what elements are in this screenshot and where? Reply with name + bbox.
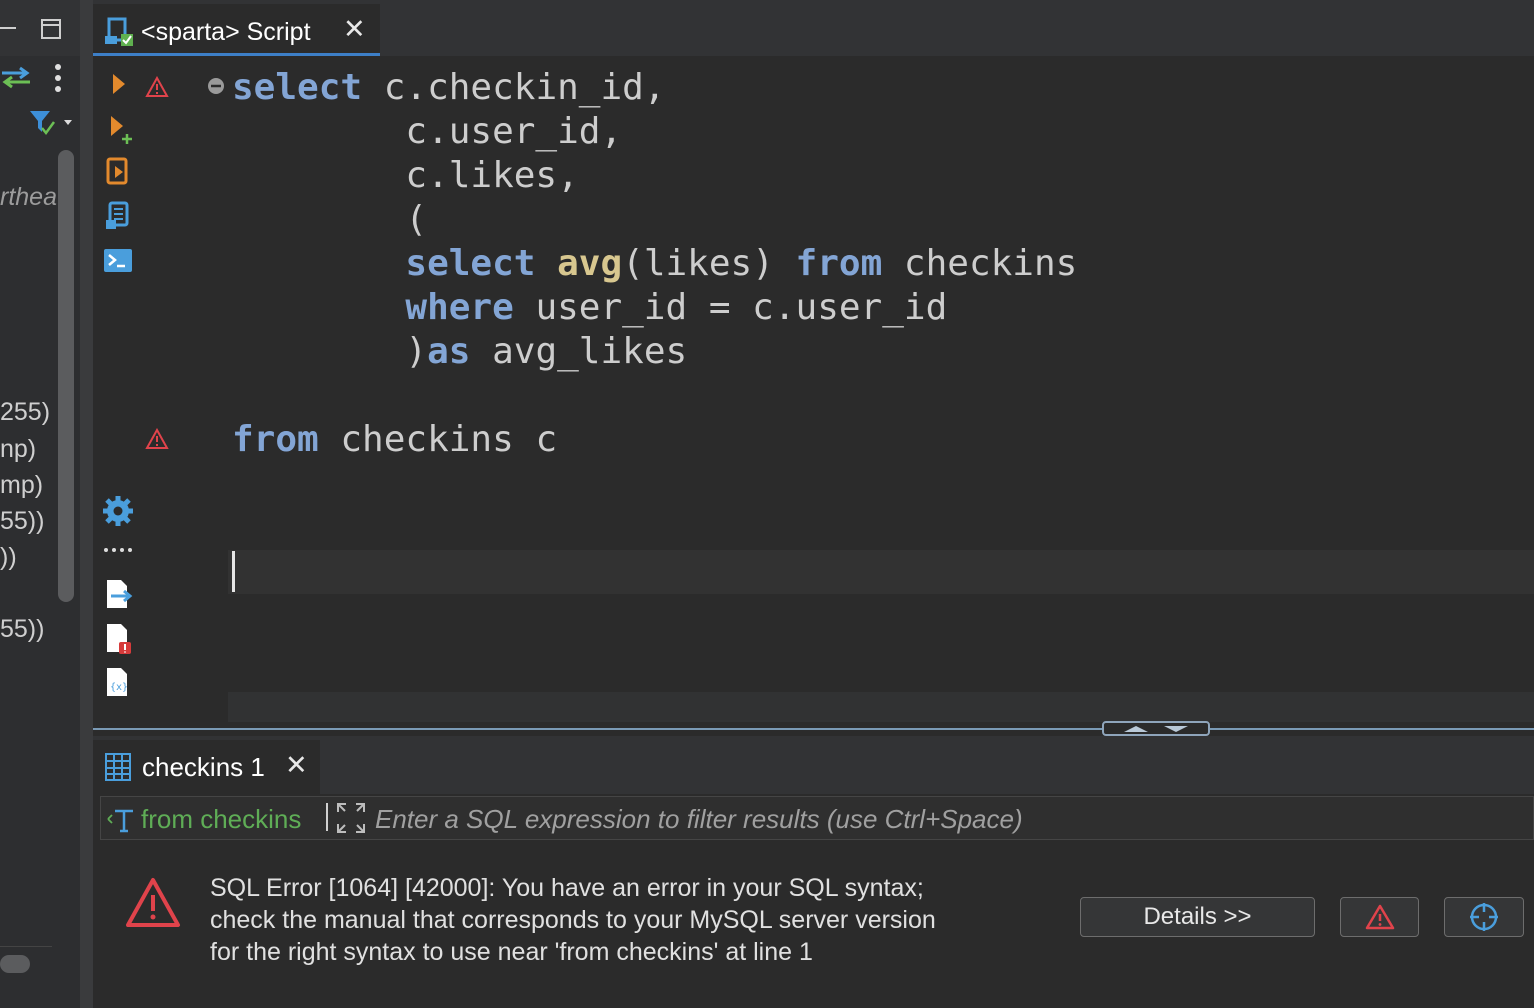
code-token: ) — [232, 331, 428, 372]
tree-item-text[interactable]: )) — [0, 543, 17, 572]
fold-collapse-icon[interactable] — [206, 76, 226, 96]
error-line: check the manual that corresponds to you… — [210, 906, 936, 934]
execute-statement-icon[interactable] — [107, 70, 131, 98]
sql-keyword: from — [232, 419, 319, 460]
results-filter-bar: from checkins — [100, 796, 1534, 840]
settings-gear-icon[interactable] — [101, 494, 135, 528]
error-line: SQL Error [1064] [42000]: You have an er… — [210, 874, 924, 902]
tab-checkins-1[interactable]: checkins 1 ✕ — [93, 740, 320, 794]
code-token: avg_likes — [470, 331, 688, 372]
code-token: ( — [232, 199, 428, 240]
warning-marker-icon[interactable] — [145, 428, 169, 450]
editor-side-toolbar: {x} — [93, 56, 143, 728]
sql-keyword: as — [427, 331, 471, 372]
explain-plan-icon[interactable] — [103, 200, 135, 232]
open-console-icon[interactable] — [103, 246, 135, 276]
sql-keyword: select — [405, 243, 536, 284]
tree-item-text[interactable]: 55)) — [0, 615, 44, 644]
tab-title: <sparta> Script — [141, 18, 311, 46]
panel-sash[interactable] — [80, 0, 93, 1008]
filter-expression-input[interactable] — [373, 799, 1527, 839]
details-button[interactable]: Details >> — [1080, 897, 1315, 937]
code-line[interactable]: c.user_id, — [232, 110, 622, 154]
tab-title: checkins 1 — [142, 752, 265, 782]
code-token: c.user_id, — [232, 111, 623, 152]
maximize-icon[interactable] — [40, 18, 64, 42]
sql-script-icon — [105, 17, 133, 46]
code-line[interactable]: select avg(likes) from checkins — [232, 242, 1077, 286]
tree-item-text[interactable]: 255) — [0, 398, 50, 427]
editor-results-splitter[interactable] — [93, 728, 1534, 736]
warning-marker-icon[interactable] — [145, 76, 169, 98]
code-token: checkins c — [318, 419, 558, 460]
close-tab-icon[interactable]: ✕ — [343, 16, 366, 43]
export-icon[interactable] — [103, 578, 135, 612]
locate-error-button[interactable] — [1444, 897, 1524, 937]
code-line[interactable]: c.likes, — [232, 154, 579, 198]
more-dots-icon[interactable] — [103, 544, 135, 556]
code-token: c.likes, — [232, 155, 579, 196]
tree-item-text[interactable]: mp) — [0, 471, 43, 500]
filter-separator — [326, 803, 328, 831]
code-token: user_id = c.user_id — [513, 287, 948, 328]
tree-item-text[interactable]: rthea — [0, 183, 57, 212]
svg-text:{x}: {x} — [110, 682, 128, 693]
active-query-label[interactable]: from checkins — [141, 804, 301, 835]
execute-new-tab-icon[interactable] — [107, 114, 137, 146]
sql-error-message: SQL Error [1064] [42000]: You have an er… — [210, 872, 936, 968]
horizontal-scrollbar[interactable] — [0, 955, 30, 973]
sql-keyword: where — [405, 287, 514, 328]
sql-function: avg — [557, 243, 623, 284]
link-editor-icon[interactable] — [0, 64, 32, 90]
close-tab-icon[interactable]: ✕ — [285, 752, 308, 779]
tree-item-text[interactable]: np) — [0, 435, 36, 464]
code-line[interactable]: )as avg_likes — [232, 330, 687, 374]
code-line[interactable]: from checkins c — [232, 418, 557, 462]
view-menu-icon[interactable] — [50, 62, 66, 94]
sql-keyword: from — [795, 243, 883, 284]
code-line[interactable]: select c.checkin_id, — [232, 66, 665, 110]
show-error-log-button[interactable] — [1340, 897, 1419, 937]
current-line-highlight — [228, 550, 1534, 594]
error-alert-icon — [126, 878, 180, 927]
code-token: (likes) — [622, 243, 796, 284]
code-line[interactable]: ( — [232, 198, 427, 242]
execute-script-icon[interactable] — [103, 156, 135, 188]
code-line[interactable]: where user_id = c.user_id — [232, 286, 947, 330]
error-line: for the right syntax to use near 'from c… — [210, 938, 813, 966]
file-error-icon[interactable] — [103, 622, 135, 656]
crosshair-target-icon — [1470, 903, 1498, 931]
vertical-scrollbar[interactable] — [58, 150, 74, 602]
warning-icon — [1365, 904, 1394, 930]
editor-horizontal-scrollbar[interactable] — [228, 692, 1534, 722]
panel-divider — [0, 946, 52, 947]
text-caret — [232, 551, 235, 592]
filter-icon[interactable] — [28, 108, 76, 138]
tab-sparta-script[interactable]: <sparta> Script ✕ — [93, 4, 380, 56]
tree-item-text[interactable]: 55)) — [0, 507, 44, 536]
grid-table-icon — [105, 753, 131, 781]
code-token: c.checkin_id, — [362, 67, 666, 108]
splitter-toggle-handle[interactable] — [1102, 721, 1210, 736]
sql-keyword: select — [232, 67, 363, 108]
minimize-icon[interactable] — [0, 18, 20, 38]
left-navigator-panel: rthea 255) np) mp) 55)) )) 55)) — [0, 0, 80, 1008]
text-query-icon[interactable] — [105, 807, 141, 833]
code-token: checkins — [882, 243, 1078, 284]
collapse-arrows-icon — [1124, 726, 1188, 732]
expand-editor-icon[interactable] — [335, 801, 367, 835]
variables-icon[interactable]: {x} — [103, 666, 135, 700]
